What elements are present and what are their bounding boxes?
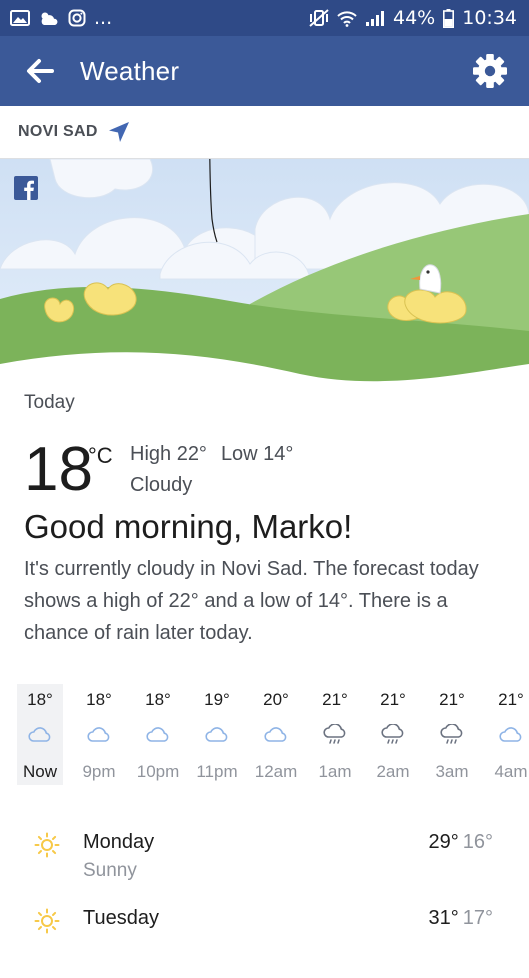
hour-column[interactable]: 18° 9pm [76,684,122,785]
status-bar: ... 44% 10:34 [0,0,529,36]
current-conditions: 18 °C High 22° Low 14° Cloudy [24,435,514,507]
status-right: 44% 10:34 [309,7,517,29]
hour-column[interactable]: 20° 12am [253,684,299,785]
day-name: Tuesday [83,907,159,929]
hour-column[interactable]: 21° 1am [312,684,358,785]
hourly-forecast[interactable]: 18° Now 18° 9pm 18° 10pm 19° 11pm 20° 12am 21° 1am 2… [0,684,529,788]
status-left-icons: ... [10,7,112,29]
hour-time: 9pm [82,762,116,781]
cloud-icon [27,724,53,746]
gear-icon [473,54,507,88]
day-low: 17° [462,907,493,929]
sun-icon [34,832,60,858]
back-button[interactable] [0,36,80,106]
forecast-summary: It's currently cloudy in Novi Sad. The f… [24,558,479,644]
current-condition: Cloudy [130,474,193,496]
rain-cloud-icon [322,723,348,746]
battery-icon [443,8,455,28]
location-arrow-icon [108,122,129,142]
cloud-icon [86,724,112,746]
hour-column[interactable]: 18° 10pm [135,684,181,785]
hour-column[interactable]: 21° 2am [370,684,416,785]
hour-temp: 21° [380,690,406,709]
hour-time: 4am [494,762,528,781]
hour-time: 3am [435,762,469,781]
location-name: NOVI SAD [18,123,98,140]
hour-temp: 18° [86,690,112,709]
page-title: Weather [80,55,180,86]
sun-icon [34,908,60,934]
temperature-unit: °C [88,443,113,468]
hour-temp: 20° [263,690,289,709]
current-temperature: 18 [24,435,93,504]
cloud-icon [263,724,289,746]
arrow-left-icon [27,59,54,83]
greeting: Good morning, Marko! [24,508,353,545]
hour-time: 2am [376,762,410,781]
day-temps: 31° 17° [429,907,494,930]
rain-cloud-icon [380,723,406,746]
location-bar[interactable]: NOVI SAD [0,106,529,159]
instagram-icon [68,9,86,27]
more-dots-icon: ... [94,7,113,29]
day-high: 29° [428,831,459,853]
hour-temp: 18° [145,690,171,709]
cloud-icon [145,724,171,746]
high-low: High 22° Low 14° [130,443,293,466]
today-label: Today [24,392,75,413]
high-temp: High 22° [130,443,207,465]
hour-column[interactable]: 18° Now [17,684,63,785]
hour-time: Now [22,762,57,781]
hero-scene [0,159,529,384]
hour-column[interactable]: 19° 11pm [194,684,240,785]
hour-temp: 21° [498,690,524,709]
hour-temp: 21° [322,690,348,709]
app-bar: Weather [0,36,529,106]
day-name: Monday [83,831,155,853]
day-low: 16° [462,831,493,853]
hour-column[interactable]: 21° 4am [488,684,529,785]
rain-cloud-icon [439,723,465,746]
mute-vibrate-icon [309,9,329,27]
clock: 10:34 [462,7,517,29]
signal-icon [366,10,384,26]
day-temps: 29° 16° [429,831,494,854]
hour-temp: 19° [204,690,230,709]
daily-row[interactable]: Tuesday 31° 17° [0,907,529,978]
cloud-icon [204,724,230,746]
hour-time: 12am [254,762,298,781]
hour-temp: 18° [27,690,53,709]
hour-time: 11pm [196,762,238,781]
cloud-sun-icon [41,12,58,25]
hour-temp: 21° [439,690,465,709]
weather-illustration [0,159,529,384]
wifi-icon [337,10,357,27]
today-section: Today 18 °C High 22° Low 14° Cloudy [24,392,514,504]
battery-percent: 44% [393,7,436,29]
hour-column[interactable]: 21° 3am [429,684,475,785]
low-temp: Low 14° [220,443,294,465]
hour-time: 10pm [136,762,180,781]
hour-time: 1am [318,762,352,781]
settings-button[interactable] [471,52,509,90]
daily-row[interactable]: Monday Sunny 29° 16° [0,831,529,902]
cloud-icon [498,724,524,746]
day-high: 31° [428,907,459,929]
day-condition: Sunny [83,860,137,881]
gallery-icon [10,10,30,26]
facebook-icon [14,176,38,200]
